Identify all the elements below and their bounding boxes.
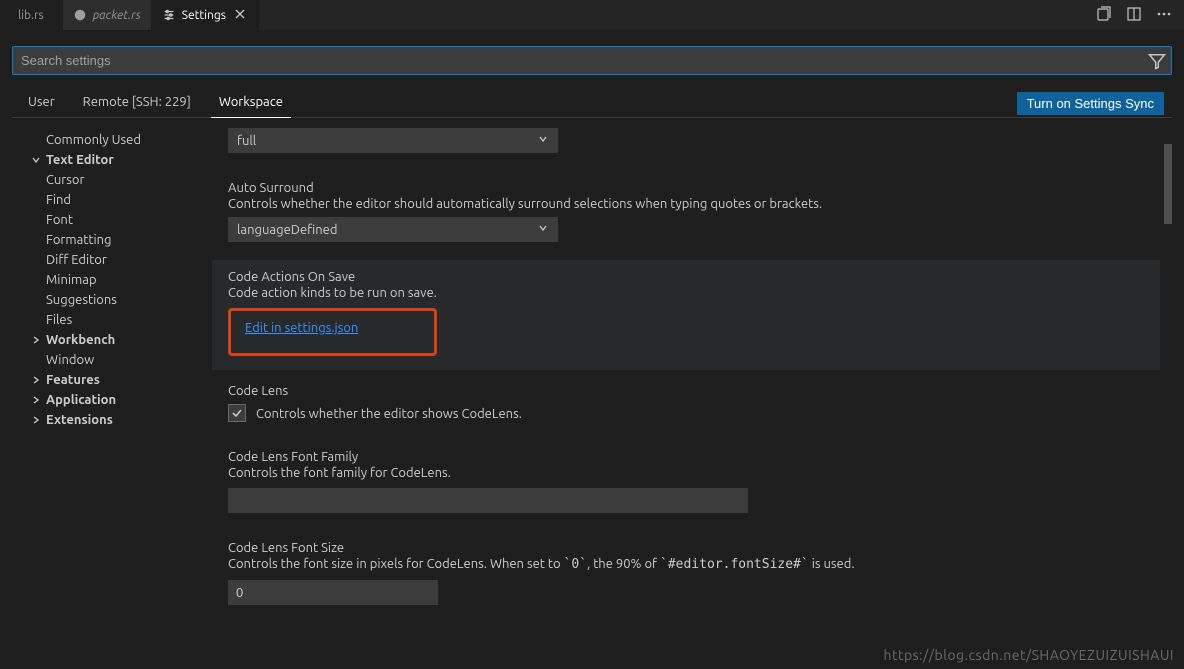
search-input[interactable] [13,47,1171,74]
toc-minimap[interactable]: Minimap [22,270,202,290]
tab-packet-rs[interactable]: packet.rs [63,0,152,30]
accessibility-select[interactable]: full [228,128,558,153]
setting-title: Code Lens Font Family [228,450,1144,464]
settings-icon [162,8,176,22]
tab-user[interactable]: User [20,89,63,117]
chevron-right-icon [30,334,42,346]
open-json-icon[interactable] [1096,6,1112,25]
toc-text-editor[interactable]: Text Editor [22,150,202,170]
tab-label: packet.rs [93,9,141,22]
setting-description: Controls the font size in pixels for Cod… [228,557,1144,572]
settings-editor: User Remote [SSH: 229] Workspace Turn on… [0,30,1184,669]
edit-in-settings-json-link[interactable]: Edit in settings.json [245,321,358,335]
filter-icon[interactable] [1147,51,1167,71]
chevron-right-icon [30,374,42,386]
toc-font[interactable]: Font [22,210,202,230]
chevron-down-icon [537,222,549,237]
settings-list: full Auto Surround Controls whether the … [202,122,1172,655]
toc-workbench[interactable]: Workbench [22,330,202,350]
toc-find[interactable]: Find [22,190,202,210]
tab-settings[interactable]: Settings [152,0,259,30]
toc-features[interactable]: Features [22,370,202,390]
close-icon[interactable] [232,6,248,25]
settings-toc: Commonly Used Text Editor Cursor Find Fo… [12,122,202,655]
setting-description: Controls whether the editor shows CodeLe… [256,407,522,421]
tab-label: lib.rs [18,9,44,22]
select-value: languageDefined [237,223,337,237]
toc-label: Extensions [46,413,113,427]
rust-file-icon [73,8,87,22]
toc-extensions[interactable]: Extensions [22,410,202,430]
scrollbar-thumb[interactable] [1164,144,1172,224]
toc-cursor[interactable]: Cursor [22,170,202,190]
search-settings [12,46,1172,75]
setting-title: Code Lens Font Size [228,541,1144,555]
toc-label: Application [46,393,116,407]
setting-title: Auto Surround [228,181,1144,195]
chevron-right-icon [30,394,42,406]
annotation-highlight: Edit in settings.json [228,308,437,356]
toc-application[interactable]: Application [22,390,202,410]
setting-title: Code Lens [228,384,1144,398]
more-icon[interactable] [1156,6,1172,25]
auto-surround-select[interactable]: languageDefined [228,217,558,242]
tab-workspace[interactable]: Workspace [211,89,291,118]
setting-description: Controls whether the editor should autom… [228,197,1144,211]
toc-label: Workbench [46,333,115,347]
setting-title: Code Actions On Save [228,270,1144,284]
tabbar-actions [1084,0,1184,30]
settings-sync-button[interactable]: Turn on Settings Sync [1017,92,1164,115]
toc-suggestions[interactable]: Suggestions [22,290,202,310]
scope-tabs: User Remote [SSH: 229] Workspace Turn on… [12,89,1172,118]
toc-label: Features [46,373,100,387]
tab-lib-rs[interactable]: lib.rs [0,0,63,30]
setting-description: Code action kinds to be run on save. [228,286,1144,300]
split-editor-icon[interactable] [1126,6,1142,25]
select-value: full [237,134,256,148]
code-lens-font-family-input[interactable] [228,488,748,513]
tab-bar: lib.rs packet.rs Settings [0,0,1184,30]
chevron-down-icon [30,154,42,166]
code-lens-checkbox[interactable] [228,404,246,422]
toc-commonly-used[interactable]: Commonly Used [22,130,202,150]
setting-description: Controls the font family for CodeLens. [228,466,1144,480]
watermark-text: https://blog.csdn.net/SHAOYEZUIZUISHAUI [883,647,1174,663]
toc-formatting[interactable]: Formatting [22,230,202,250]
chevron-right-icon [30,414,42,426]
toc-label: Text Editor [46,153,114,167]
code-lens-font-size-input[interactable] [228,580,438,605]
toc-files[interactable]: Files [22,310,202,330]
tab-label: Settings [182,9,226,22]
tab-remote[interactable]: Remote [SSH: 229] [75,89,199,117]
chevron-down-icon [537,133,549,148]
toc-diff-editor[interactable]: Diff Editor [22,250,202,270]
toc-window[interactable]: Window [22,350,202,370]
